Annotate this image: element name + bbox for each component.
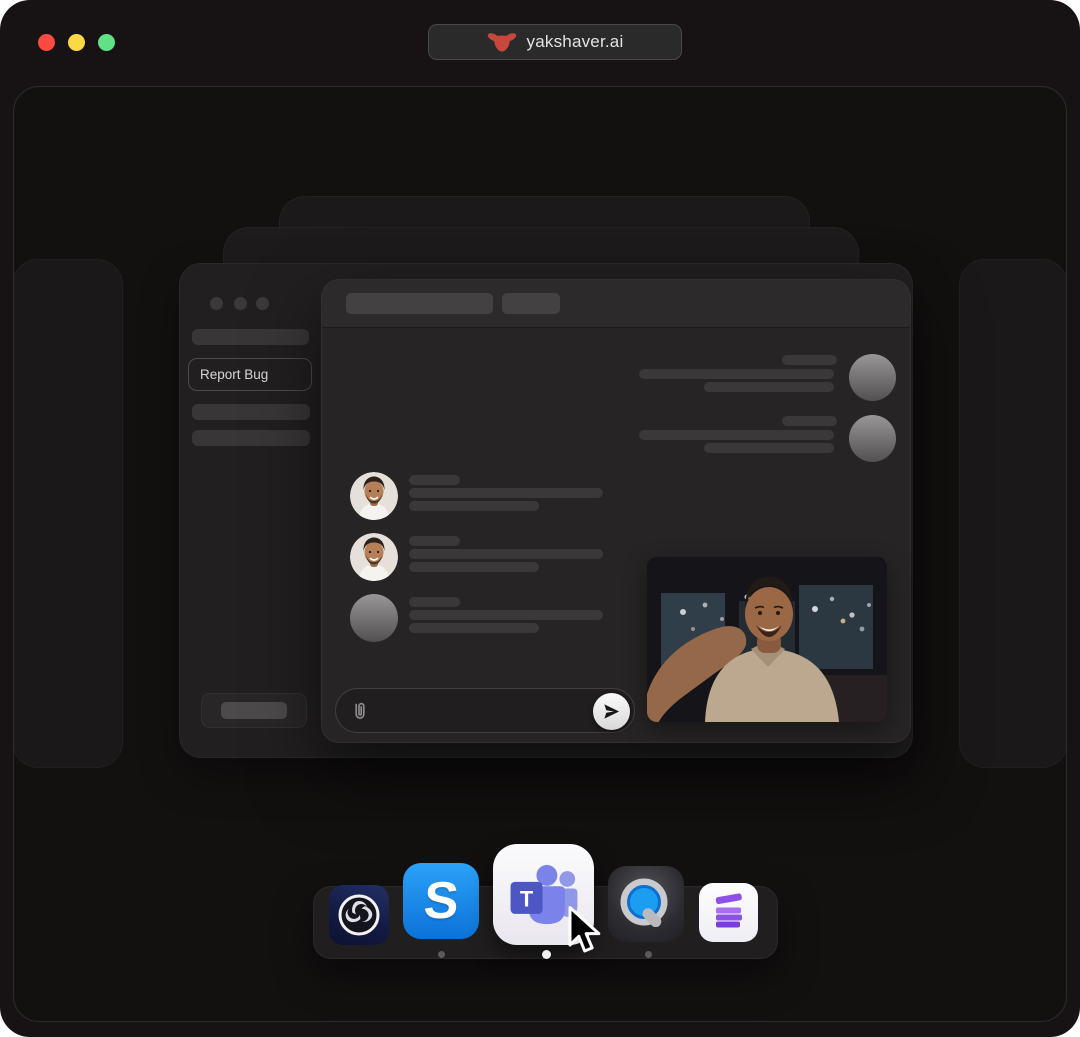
offscreen-window-left xyxy=(13,259,123,768)
window-control-dot xyxy=(210,297,223,310)
skeleton-bar xyxy=(409,610,603,620)
mouse-cursor-icon xyxy=(565,904,605,956)
skeleton-bar xyxy=(192,404,310,420)
clipchamp-icon xyxy=(709,893,749,933)
app-window: yakshaver.ai Report Bug xyxy=(0,0,1080,1037)
running-indicator xyxy=(438,951,445,958)
dock-item-quicktime[interactable] xyxy=(608,866,684,942)
running-indicator xyxy=(645,951,652,958)
skeleton-bar xyxy=(639,430,834,440)
skeleton-bar xyxy=(409,623,539,633)
page-title: yakshaver.ai xyxy=(527,32,624,52)
avatar xyxy=(849,415,896,462)
skeleton-bar xyxy=(409,475,460,485)
running-indicator xyxy=(542,950,551,959)
skeleton-bar xyxy=(782,355,837,365)
report-bug-button[interactable]: Report Bug xyxy=(188,358,312,391)
skeleton-bar xyxy=(704,382,834,392)
address-pill[interactable]: yakshaver.ai xyxy=(428,24,682,60)
dock-item-clipchamp[interactable] xyxy=(699,883,758,942)
avatar xyxy=(849,354,896,401)
content-panel: Report Bug xyxy=(13,86,1067,1022)
dock-item-snagit[interactable]: S xyxy=(403,863,479,939)
zoom-window-button[interactable] xyxy=(98,34,115,51)
person-photo-icon xyxy=(350,533,398,581)
send-button[interactable] xyxy=(593,693,630,730)
offscreen-window-right xyxy=(959,259,1067,768)
close-window-button[interactable] xyxy=(38,34,55,51)
skeleton-bar xyxy=(192,430,310,446)
video-call-thumbnail[interactable] xyxy=(647,557,887,722)
dock-item-obs[interactable] xyxy=(329,885,389,945)
skeleton-pill xyxy=(221,702,287,719)
chat-header xyxy=(322,280,910,328)
person-photo-icon xyxy=(350,472,398,520)
teams-letter: T xyxy=(519,886,533,911)
avatar xyxy=(350,533,398,581)
skeleton-bar xyxy=(409,536,460,546)
skeleton-bar xyxy=(782,416,837,426)
avatar xyxy=(350,594,398,642)
minimize-window-button[interactable] xyxy=(68,34,85,51)
snagit-icon: S xyxy=(422,871,461,931)
send-arrow-icon xyxy=(602,702,621,721)
skeleton-bar xyxy=(704,443,834,453)
skeleton-bar xyxy=(639,369,834,379)
message-input[interactable] xyxy=(335,688,635,733)
quicktime-icon xyxy=(615,873,677,935)
chat-window xyxy=(321,279,911,743)
skeleton-bar xyxy=(346,293,493,314)
skeleton-bar xyxy=(502,293,560,314)
skeleton-bar xyxy=(409,501,539,511)
window-control-dot xyxy=(256,297,269,310)
paperclip-icon[interactable] xyxy=(350,700,370,722)
window-control-dot xyxy=(234,297,247,310)
skeleton-bar xyxy=(409,549,603,559)
obs-studio-icon xyxy=(337,893,381,937)
skeleton-bar xyxy=(409,488,603,498)
skeleton-bar xyxy=(409,562,539,572)
report-bug-label: Report Bug xyxy=(200,367,268,382)
skeleton-bar xyxy=(409,597,460,607)
yak-head-icon xyxy=(487,31,517,53)
selfie-video-image xyxy=(647,557,887,722)
sidebar-bottom-button[interactable] xyxy=(201,693,307,728)
skeleton-bar xyxy=(192,329,309,345)
avatar xyxy=(350,472,398,520)
